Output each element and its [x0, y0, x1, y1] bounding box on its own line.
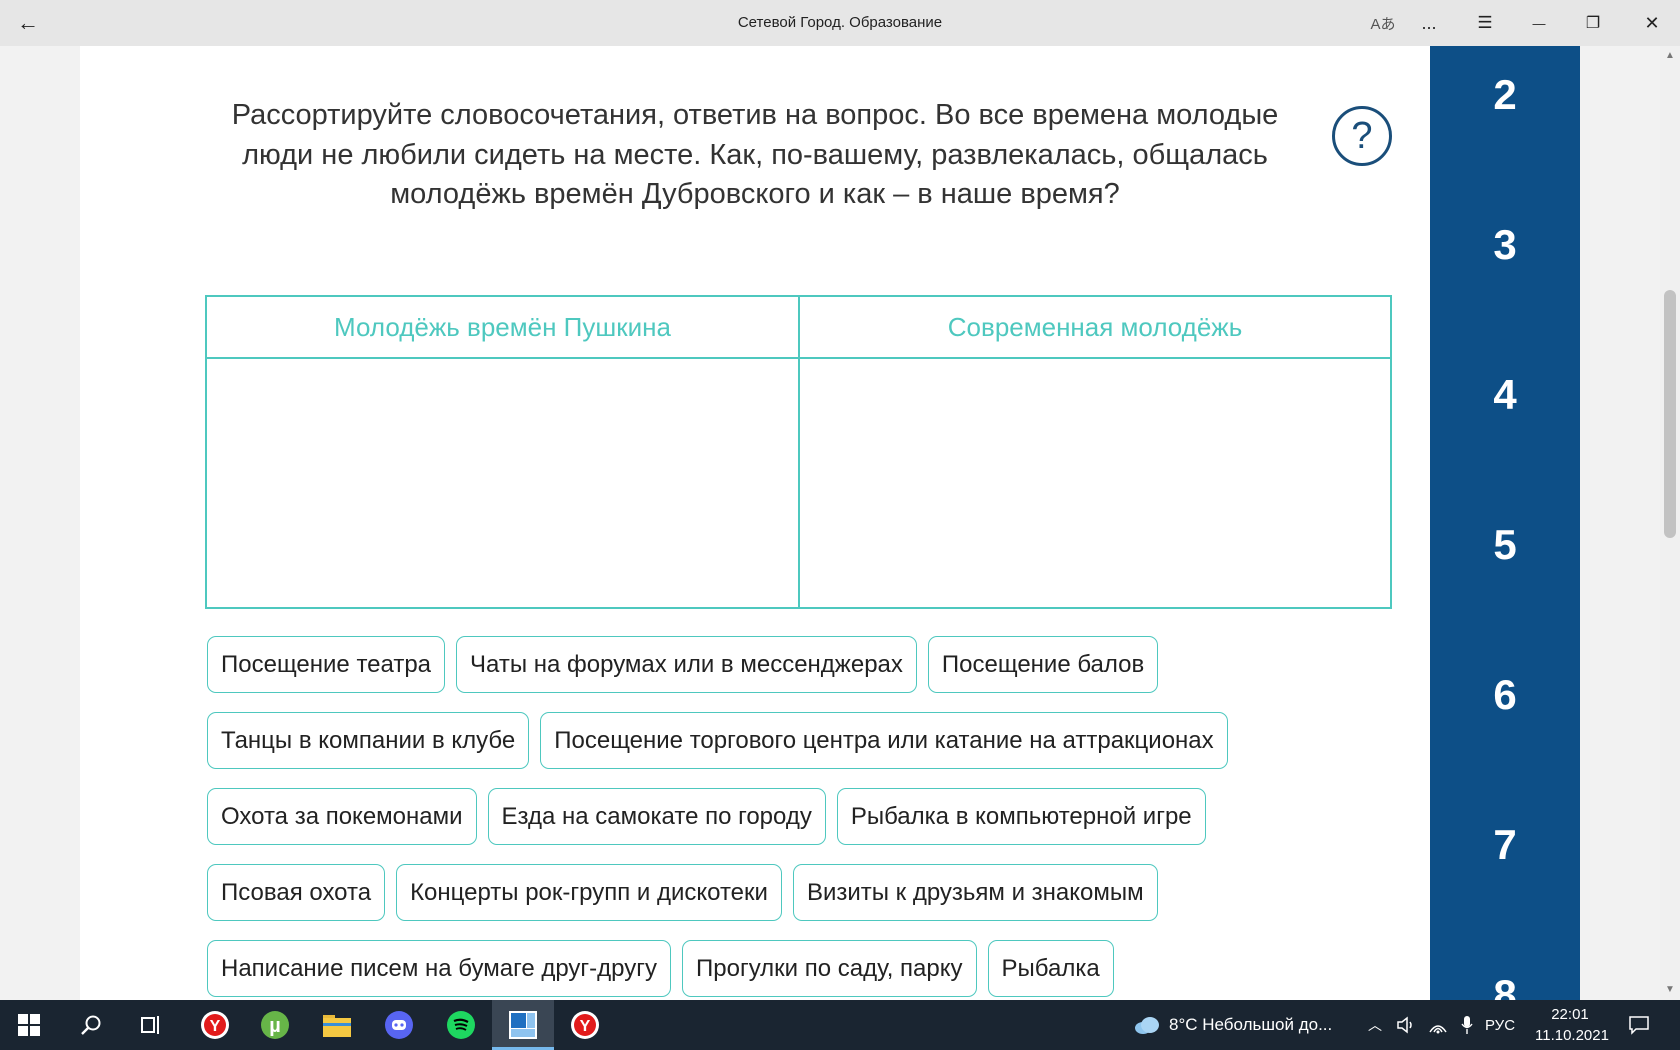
phrase-chip[interactable]: Написание писем на бумаге друг-другу — [207, 940, 671, 997]
phrase-chip[interactable]: Посещение театра — [207, 636, 446, 693]
weather-text: 8°C Небольшой до... — [1169, 1015, 1333, 1034]
chip-row: Танцы в компании в клубе Посещение торго… — [207, 712, 1337, 769]
microphone-button[interactable] — [1460, 1000, 1474, 1050]
yandex-browser-icon: Y — [201, 1011, 229, 1039]
search-button[interactable] — [60, 1000, 122, 1050]
yandex-browser-icon: Y — [571, 1011, 599, 1039]
search-icon — [81, 1015, 101, 1035]
discord-icon — [385, 1011, 413, 1039]
close-icon: ✕ — [1644, 12, 1660, 33]
restore-button[interactable]: ❐ — [1570, 0, 1616, 46]
chip-row: Псовая охота Концерты рок-групп и дискот… — [207, 864, 1337, 921]
restore-icon: ❐ — [1585, 15, 1601, 32]
column-header-pushkin-era: Молодёжь времён Пушкина — [207, 297, 800, 359]
taskbar-yandex-browser[interactable]: Y — [184, 1000, 246, 1050]
question-mark-icon: ? — [1351, 115, 1373, 157]
tablet-app-icon — [509, 1011, 537, 1039]
content-viewport: Рассортируйте словосочетания, ответив на… — [0, 46, 1680, 1000]
phrase-chip[interactable]: Езда на самокате по городу — [487, 788, 826, 845]
scroll-up-icon[interactable]: ▲ — [1660, 50, 1680, 61]
hamburger-icon: ☰ — [1477, 13, 1493, 32]
sorting-table: Молодёжь времён Пушкина Современная моло… — [205, 295, 1392, 609]
back-arrow-icon: ← — [17, 10, 39, 35]
taskbar-file-explorer[interactable] — [306, 1000, 368, 1050]
drop-zone-modern-youth[interactable] — [800, 359, 1390, 607]
phrase-chips: Посещение театра Чаты на форумах или в м… — [207, 636, 1337, 1000]
clock-time: 22:01 — [1551, 1006, 1589, 1023]
weather-widget[interactable]: 8°C Небольшой до... — [1133, 1000, 1332, 1050]
nav-item-6[interactable]: 6 — [1430, 671, 1580, 719]
phrase-chip[interactable]: Прогулки по саду, парку — [682, 940, 977, 997]
menu-button[interactable]: ☰ — [1462, 0, 1508, 46]
minimize-icon: — — [1532, 15, 1546, 31]
taskbar: Y µ Y 8°C Небольшой до... ︿ РУС 22:01 11… — [0, 1000, 1680, 1050]
phrase-chip[interactable]: Визиты к друзьям и знакомым — [792, 864, 1158, 921]
phrase-chip[interactable]: Чаты на форумах или в мессенджерах — [456, 636, 917, 693]
phrase-chip[interactable]: Охота за покемонами — [207, 788, 477, 845]
phrase-chip[interactable]: Рыбалка — [987, 940, 1114, 997]
chip-row: Охота за покемонами Езда на самокате по … — [207, 788, 1337, 845]
spotify-icon — [447, 1011, 475, 1039]
help-button[interactable]: ? — [1332, 106, 1392, 166]
nav-item-8[interactable]: 8 — [1430, 971, 1580, 1000]
microphone-icon — [1461, 1016, 1473, 1034]
task-question: Рассортируйте словосочетания, ответив на… — [231, 99, 1279, 210]
volume-button[interactable] — [1396, 1000, 1416, 1050]
question-nav: 2 3 4 5 6 7 8 — [1430, 46, 1580, 1000]
taskbar-yandex-browser-2[interactable]: Y — [554, 1000, 616, 1050]
network-button[interactable] — [1428, 1000, 1448, 1050]
windows-logo-icon — [18, 1014, 40, 1036]
cloud-icon — [1135, 1017, 1159, 1034]
svg-text:µ: µ — [269, 1015, 281, 1037]
speaker-icon — [1397, 1016, 1412, 1034]
language-indicator[interactable]: РУС — [1485, 1000, 1515, 1050]
nav-item-2[interactable]: 2 — [1430, 71, 1580, 119]
task-view-icon — [141, 1016, 159, 1034]
clock-date: 11.10.2021 — [1535, 1027, 1609, 1044]
nav-item-7[interactable]: 7 — [1430, 821, 1580, 869]
phrase-chip[interactable]: Псовая охота — [207, 864, 386, 921]
notification-icon — [1629, 1016, 1649, 1035]
taskbar-spotify[interactable] — [430, 1000, 492, 1050]
back-button[interactable]: ← — [0, 0, 56, 46]
nav-item-3[interactable]: 3 — [1430, 221, 1580, 269]
taskbar-active-app[interactable] — [492, 1000, 554, 1050]
chevron-up-icon: ︿ — [1368, 1017, 1382, 1033]
task-view-button[interactable] — [120, 1000, 182, 1050]
scrollbar[interactable]: ▲ ▼ — [1660, 46, 1680, 1000]
drop-zone-pushkin-era[interactable] — [207, 359, 800, 607]
svg-text:Y: Y — [210, 1018, 221, 1035]
utorrent-icon: µ — [261, 1011, 289, 1039]
svg-text:Y: Y — [580, 1018, 591, 1035]
more-button[interactable]: ... — [1406, 0, 1452, 46]
start-button[interactable] — [0, 1000, 58, 1050]
minimize-button[interactable]: — — [1516, 0, 1562, 46]
phrase-chip[interactable]: Рыбалка в компьютерной игре — [836, 788, 1206, 845]
read-aloud-icon: Aあ — [1370, 15, 1396, 33]
column-header-modern-youth: Современная молодёжь — [800, 297, 1390, 359]
close-button[interactable]: ✕ — [1624, 0, 1680, 46]
read-aloud-button[interactable]: Aあ — [1360, 0, 1406, 46]
title-bar: ← Сетевой Город. Образование Aあ ... ☰ — … — [0, 0, 1680, 46]
phrase-chip[interactable]: Концерты рок-групп и дискотеки — [396, 864, 782, 921]
nav-item-5[interactable]: 5 — [1430, 521, 1580, 569]
phrase-chip[interactable]: Посещение торгового центра или катание н… — [540, 712, 1228, 769]
wifi-icon — [1429, 1025, 1447, 1034]
chip-row: Посещение театра Чаты на форумах или в м… — [207, 636, 1337, 693]
phrase-chip[interactable]: Танцы в компании в клубе — [207, 712, 530, 769]
scrollbar-thumb[interactable] — [1664, 290, 1676, 538]
taskbar-utorrent[interactable]: µ — [244, 1000, 306, 1050]
chip-row: Написание писем на бумаге друг-другу Про… — [207, 940, 1337, 997]
clock[interactable]: 22:01 11.10.2021 — [1535, 1004, 1609, 1046]
show-hidden-icons-button[interactable]: ︿ — [1368, 1000, 1382, 1050]
more-icon: ... — [1421, 12, 1437, 33]
scroll-down-icon[interactable]: ▼ — [1660, 984, 1680, 995]
nav-item-4[interactable]: 4 — [1430, 371, 1580, 419]
taskbar-discord[interactable] — [368, 1000, 430, 1050]
file-explorer-icon — [323, 1015, 351, 1037]
phrase-chip[interactable]: Посещение балов — [927, 636, 1159, 693]
notifications-button[interactable] — [1628, 1000, 1650, 1050]
